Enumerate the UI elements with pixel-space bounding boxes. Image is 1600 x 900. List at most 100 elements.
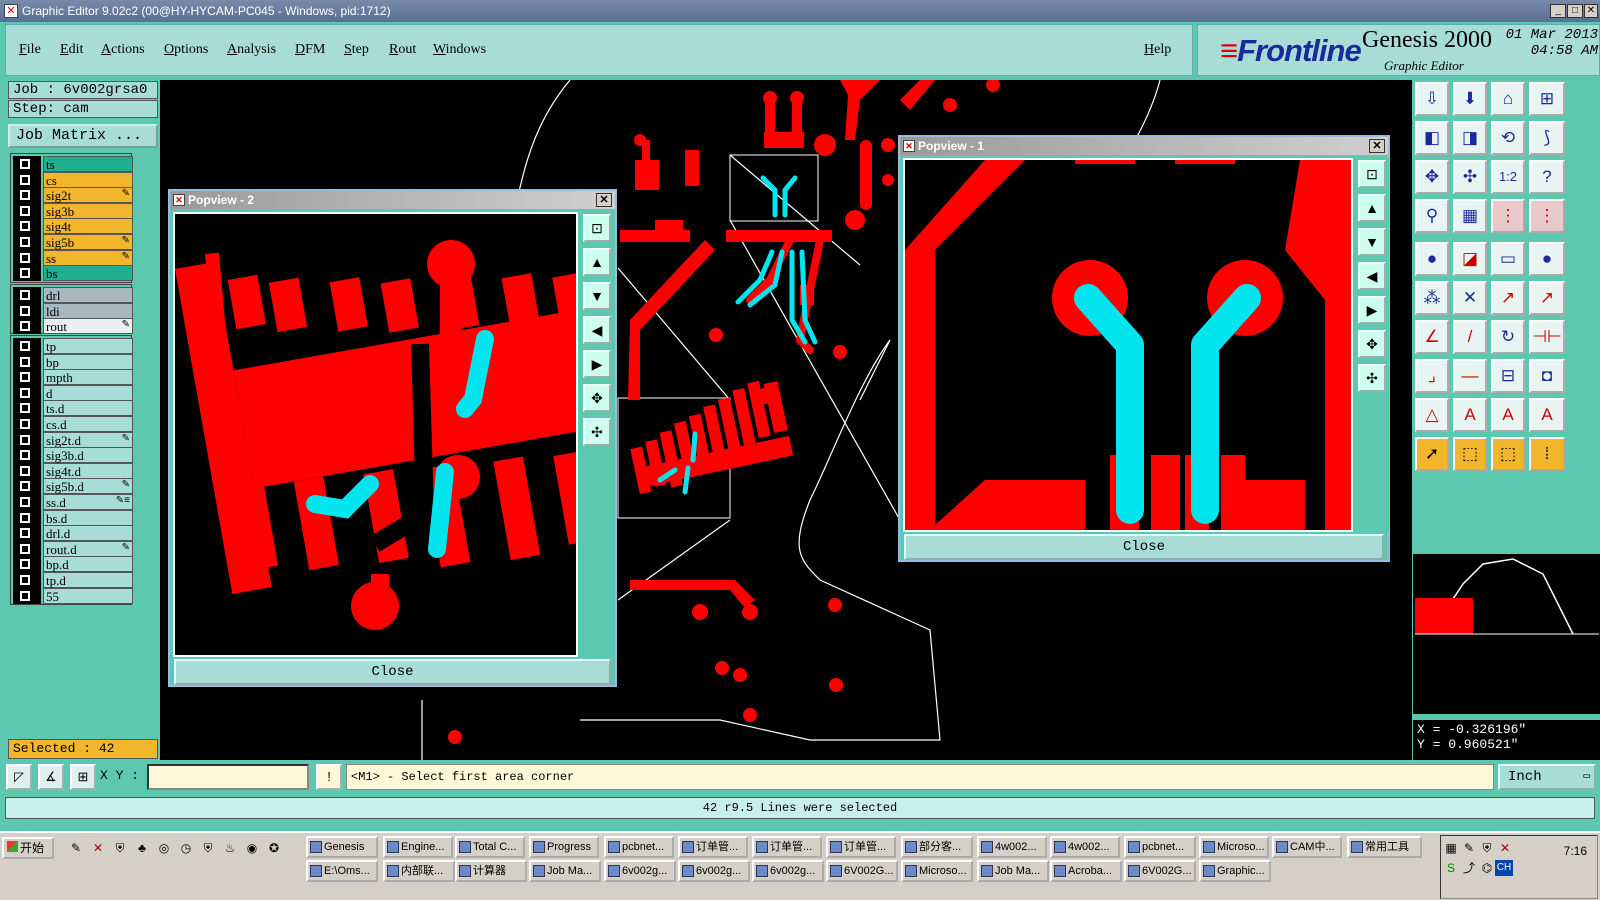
quicklaunch-shield-icon[interactable]: ⛨ [112, 840, 128, 856]
layer-checkbox[interactable] [13, 587, 41, 604]
pan-right-icon[interactable]: ▶ [583, 350, 611, 378]
layer-checkbox[interactable] [13, 234, 41, 250]
popview-1-close-button[interactable]: Close [904, 534, 1384, 560]
select-net-icon[interactable]: ⬚ [1491, 437, 1525, 471]
slash-icon[interactable]: / [1453, 320, 1487, 354]
layer-row-bs[interactable]: bs [13, 265, 133, 282]
layer-name[interactable]: tp.d [43, 572, 133, 588]
save-view-icon[interactable]: ⬇ [1453, 82, 1487, 116]
layer-row-cs[interactable]: cs [13, 171, 133, 188]
layer-checkbox[interactable] [13, 156, 41, 172]
menu-options[interactable]: Options [164, 42, 208, 58]
pan-up-icon[interactable]: ▲ [583, 248, 611, 276]
taskbar-item[interactable]: Microso... [1199, 836, 1269, 858]
layer-name[interactable]: bp [43, 353, 133, 370]
layer-name[interactable]: ss [43, 249, 133, 266]
pan-right-icon[interactable]: ▶ [1358, 296, 1386, 324]
select-box-icon[interactable]: ⬚ [1453, 437, 1487, 471]
layer-checkbox[interactable] [13, 265, 41, 282]
quicklaunch-star-icon[interactable]: ✪ [266, 840, 282, 856]
layer-row-bp-d[interactable]: bp.d [13, 556, 133, 573]
triangle-a-icon[interactable]: A [1453, 398, 1487, 432]
taskbar-item[interactable]: Graphic... [1199, 860, 1271, 882]
layer-row-rout-d[interactable]: rout.d ✎ [13, 540, 133, 557]
layer-name[interactable]: rout [43, 318, 133, 335]
quicklaunch-x-icon[interactable]: ✕ [90, 840, 106, 856]
layer-checkbox[interactable] [13, 202, 41, 219]
resize-icon[interactable]: ⊟ [1491, 359, 1525, 393]
home-icon[interactable]: ⌂ [1491, 82, 1525, 116]
taskbar-item[interactable]: 6v002g... [604, 860, 676, 882]
layer-name[interactable]: sig2t [43, 187, 133, 204]
window-icon[interactable]: ⊞ [1529, 82, 1565, 116]
popview-2-close-button[interactable]: Close [174, 659, 611, 685]
taskbar-item[interactable]: 订单管... [826, 836, 896, 858]
unit-selector[interactable]: Inch ▭ [1498, 764, 1596, 790]
move-icon[interactable]: ↗ [1491, 281, 1525, 315]
tray-x-icon[interactable]: ✕ [1497, 840, 1513, 856]
help-icon[interactable]: ? [1529, 160, 1565, 194]
grid-toggle-icon[interactable]: ⊞ [70, 764, 96, 790]
break-icon[interactable]: ⌟ [1415, 359, 1449, 393]
angle-icon[interactable]: ∠ [1415, 320, 1449, 354]
layer-row-sig5b-d[interactable]: sig5b.d ✎ [13, 478, 133, 495]
layer-name[interactable]: sig4t [43, 218, 133, 235]
layer-name[interactable]: sig5b [43, 234, 133, 250]
layer-name[interactable]: ldi [43, 302, 133, 319]
quicklaunch-globe-icon[interactable]: ◎ [156, 840, 172, 856]
layer-checkbox[interactable] [13, 478, 41, 495]
layer-row-drl[interactable]: drl [13, 287, 133, 303]
layer-name[interactable]: ts.d [43, 400, 133, 417]
tray-pen-icon[interactable]: ✎ [1461, 840, 1477, 856]
zoom-out-icon[interactable]: ✣ [1358, 364, 1386, 392]
taskbar-item[interactable]: Job Ma... [977, 860, 1049, 882]
layer-row-rout[interactable]: rout ✎ [13, 318, 133, 335]
arrow-right-icon[interactable]: ◨ [1453, 121, 1487, 155]
layer-row-sig2t[interactable]: sig2t ✎ [13, 187, 133, 204]
layer-checkbox[interactable] [13, 525, 41, 542]
layer-row-sig5b[interactable]: sig5b ✎ [13, 234, 133, 250]
layer-checkbox[interactable] [13, 540, 41, 557]
layer-checkbox[interactable] [13, 572, 41, 588]
layer-checkbox[interactable] [13, 556, 41, 573]
popview-1-view[interactable] [903, 158, 1353, 532]
taskbar-item[interactable]: 部分客... [901, 836, 973, 858]
layer-name[interactable]: drl.d [43, 525, 133, 542]
taskbar-item[interactable]: Microso... [901, 860, 973, 882]
layer-row-ss-d[interactable]: ss.d ✎≡ [13, 494, 133, 510]
mirror-icon[interactable]: ⊣⊢ [1529, 320, 1565, 354]
menu-file[interactable]: File [19, 42, 41, 58]
layer-row-bs-d[interactable]: bs.d [13, 509, 133, 526]
taskbar-item[interactable]: Progress [529, 836, 599, 858]
layer-name[interactable]: rout.d [43, 540, 133, 557]
layer-name[interactable]: d [43, 384, 133, 401]
layer-row-drl-d[interactable]: drl.d [13, 525, 133, 542]
line-icon[interactable]: ◪ [1453, 242, 1487, 276]
close-window-button[interactable]: ✕ [1584, 4, 1598, 18]
layer-checkbox[interactable] [13, 218, 41, 235]
menu-step[interactable]: Step [344, 42, 369, 58]
layer-row-ts-d[interactable]: ts.d [13, 400, 133, 417]
taskbar-item[interactable]: 6v002g... [752, 860, 824, 882]
zoom-fit-icon[interactable]: ✥ [1415, 160, 1449, 194]
fit-icon[interactable]: ⊡ [583, 214, 611, 242]
taskbar-item[interactable]: 4w002... [1050, 836, 1120, 858]
layer-row-tp-d[interactable]: tp.d [13, 572, 133, 588]
maximize-button[interactable]: □ [1567, 4, 1583, 18]
snap-icon[interactable]: ⟆ [1529, 121, 1565, 155]
grid-icon[interactable]: ▦ [1453, 199, 1487, 233]
layer-row-cs-d[interactable]: cs.d [13, 416, 133, 432]
copy-icon[interactable]: ↗ [1529, 281, 1565, 315]
taskbar-item[interactable]: Total C... [455, 836, 525, 858]
arc-icon[interactable]: ↻ [1491, 320, 1525, 354]
zoom-area-icon[interactable]: ✣ [1453, 160, 1487, 194]
layer-row-d[interactable]: d [13, 384, 133, 401]
layer-row-ldi[interactable]: ldi [13, 302, 133, 319]
taskbar-item[interactable]: 6v002g... [678, 860, 750, 882]
layer-row-sig4t-d[interactable]: sig4t.d [13, 462, 133, 479]
layer-checkbox[interactable] [13, 171, 41, 188]
layer-checkbox[interactable] [13, 400, 41, 417]
layer-name[interactable]: sig3b.d [43, 447, 133, 464]
layer-name[interactable]: drl [43, 287, 133, 303]
menu-help[interactable]: Help [1144, 42, 1171, 58]
